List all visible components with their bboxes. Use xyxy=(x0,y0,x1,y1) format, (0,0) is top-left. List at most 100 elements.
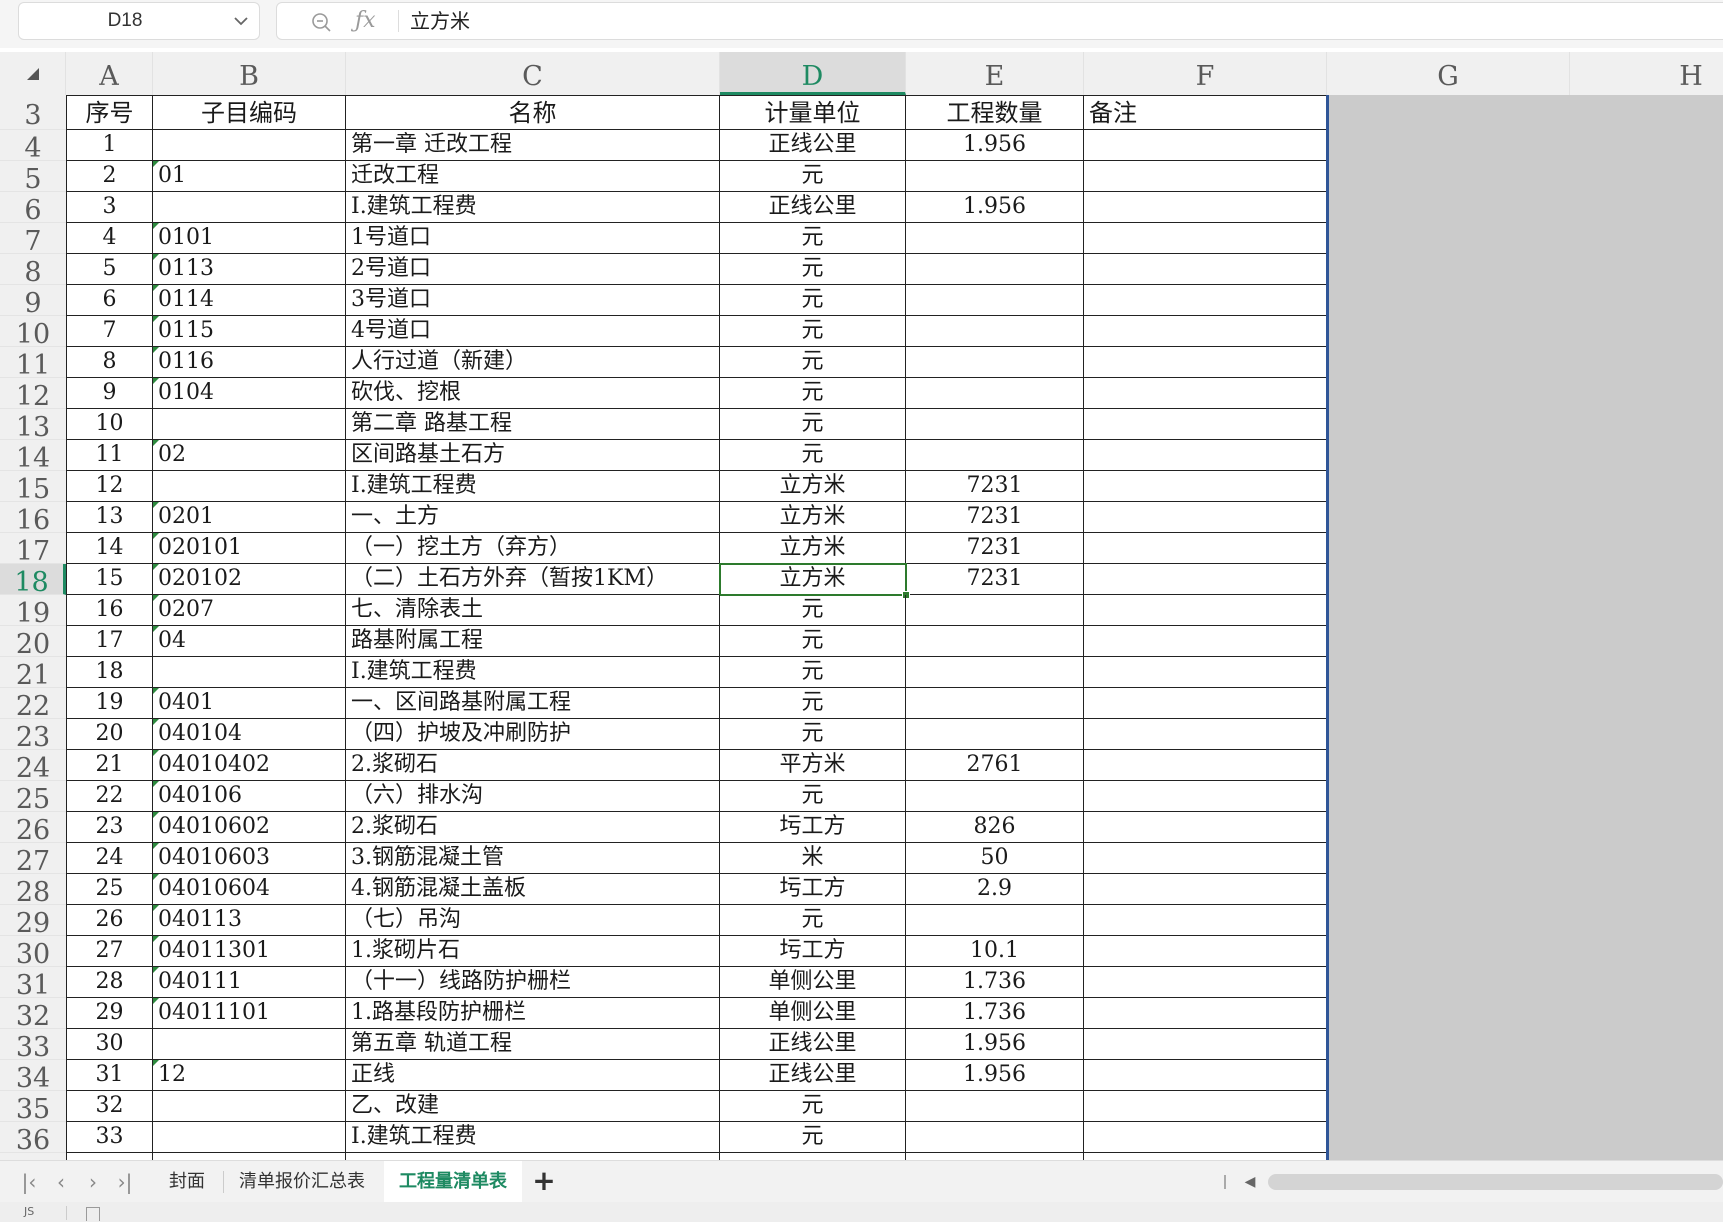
cell-unit[interactable]: 立方米 xyxy=(720,564,906,595)
column-header-f[interactable]: F xyxy=(1084,52,1327,95)
cell-note[interactable] xyxy=(1084,502,1327,533)
cell-seq[interactable]: 29 xyxy=(66,998,153,1029)
cell-note[interactable] xyxy=(1084,564,1327,595)
cell-name[interactable]: 2.浆砌石 xyxy=(346,812,720,843)
cell-unit[interactable]: 圬工方 xyxy=(720,812,906,843)
row-header[interactable]: 27 xyxy=(0,843,66,874)
macro-indicator[interactable]: JS xyxy=(24,1202,34,1222)
cell-seq[interactable]: 24 xyxy=(66,843,153,874)
row-header[interactable]: 26 xyxy=(0,812,66,843)
first-sheet-icon[interactable]: |‹ xyxy=(16,1169,42,1195)
cell-seq[interactable]: 7 xyxy=(66,316,153,347)
cell-qty[interactable]: 50 xyxy=(906,843,1084,874)
header-cell-name[interactable]: 名称 xyxy=(346,95,720,130)
cell-qty[interactable] xyxy=(906,688,1084,719)
cell-unit[interactable]: 元 xyxy=(720,440,906,471)
row-header[interactable]: 4 xyxy=(0,130,66,161)
cell-unit[interactable]: 元 xyxy=(720,378,906,409)
cell-unit[interactable]: 元 xyxy=(720,1122,906,1153)
cell-seq[interactable]: 32 xyxy=(66,1091,153,1122)
cell-code[interactable] xyxy=(153,1153,346,1160)
cell-qty[interactable] xyxy=(906,905,1084,936)
cell-code[interactable]: 04011301 xyxy=(153,936,346,967)
cell-unit[interactable]: 元 xyxy=(720,1091,906,1122)
cell-name[interactable]: 1.路基段防护栅栏 xyxy=(346,998,720,1029)
cell-seq[interactable]: 10 xyxy=(66,409,153,440)
cell-name[interactable]: 乙、改建 xyxy=(346,1091,720,1122)
cell-qty[interactable] xyxy=(906,378,1084,409)
cell-unit[interactable]: 元 xyxy=(720,905,906,936)
cell-note[interactable] xyxy=(1084,130,1327,161)
header-cell-seq[interactable]: 序号 xyxy=(66,95,153,130)
cell-name[interactable]: 一、区间路基附属工程 xyxy=(346,688,720,719)
cell-qty[interactable] xyxy=(906,781,1084,812)
row-header[interactable]: 23 xyxy=(0,719,66,750)
cell-seq[interactable]: 23 xyxy=(66,812,153,843)
cell-seq[interactable]: 20 xyxy=(66,719,153,750)
cell-seq[interactable] xyxy=(66,1153,153,1160)
cell-name[interactable]: 3.钢筋混凝土管 xyxy=(346,843,720,874)
cell-unit[interactable]: 元 xyxy=(720,781,906,812)
cell-qty[interactable] xyxy=(906,626,1084,657)
row-header[interactable]: 13 xyxy=(0,409,66,440)
row-header[interactable]: 3 xyxy=(0,95,66,130)
cell-note[interactable] xyxy=(1084,998,1327,1029)
cell-seq[interactable]: 28 xyxy=(66,967,153,998)
cell-name[interactable]: 2.浆砌石 xyxy=(346,750,720,781)
cell-note[interactable] xyxy=(1084,1029,1327,1060)
cell-qty[interactable] xyxy=(906,657,1084,688)
cell-unit[interactable]: 圬工方 xyxy=(720,936,906,967)
cell-unit[interactable]: 米 xyxy=(720,843,906,874)
cell-qty[interactable] xyxy=(906,316,1084,347)
cell-note[interactable] xyxy=(1084,223,1327,254)
row-header[interactable]: 10 xyxy=(0,316,66,347)
cell-seq[interactable]: 9 xyxy=(66,378,153,409)
cell-unit[interactable]: 正线公里 xyxy=(720,1029,906,1060)
cell-qty[interactable]: 2.9 xyxy=(906,874,1084,905)
cell-unit[interactable]: 元 xyxy=(720,285,906,316)
formula-input[interactable]: ƒx 立方米 xyxy=(276,2,1723,40)
row-header[interactable]: 25 xyxy=(0,781,66,812)
cell-qty[interactable] xyxy=(906,254,1084,285)
cell-unit[interactable]: 平方米 xyxy=(720,750,906,781)
cell-name[interactable]: Ⅰ.建筑工程费 xyxy=(346,657,720,688)
row-header[interactable]: 6 xyxy=(0,192,66,223)
cell-seq[interactable]: 3 xyxy=(66,192,153,223)
cell-unit[interactable]: 立方米 xyxy=(720,502,906,533)
row-header[interactable]: 32 xyxy=(0,998,66,1029)
row-header[interactable]: 22 xyxy=(0,688,66,719)
sheet-tab-summary[interactable]: 清单报价汇总表 xyxy=(224,1161,380,1202)
name-box[interactable]: D18 xyxy=(18,2,260,40)
cell-note[interactable] xyxy=(1084,378,1327,409)
cell-note[interactable] xyxy=(1084,1122,1327,1153)
cell-name[interactable]: 一、土方 xyxy=(346,502,720,533)
row-header[interactable]: 8 xyxy=(0,254,66,285)
cell-name[interactable]: 人行过道（新建） xyxy=(346,347,720,378)
cell-unit[interactable]: 元 xyxy=(720,595,906,626)
cell-name[interactable]: （一）挖土方（弃方） xyxy=(346,533,720,564)
cell-name[interactable]: （二）土石方外弃（暂按1KM） xyxy=(346,564,720,595)
row-header[interactable]: 24 xyxy=(0,750,66,781)
column-header-c[interactable]: C xyxy=(346,52,720,95)
row-header[interactable]: 35 xyxy=(0,1091,66,1122)
cell-qty[interactable]: 7231 xyxy=(906,502,1084,533)
scroll-left-icon[interactable]: ◀ xyxy=(1240,1169,1260,1195)
cell-code[interactable]: 020102 xyxy=(153,564,346,595)
cell-name[interactable]: 4号道口 xyxy=(346,316,720,347)
cell-code[interactable]: 040111 xyxy=(153,967,346,998)
cell-seq[interactable]: 30 xyxy=(66,1029,153,1060)
cell-note[interactable] xyxy=(1084,533,1327,564)
row-header[interactable]: 9 xyxy=(0,285,66,316)
cell-name[interactable]: Ⅰ.建筑工程费 xyxy=(346,1122,720,1153)
cell-seq[interactable]: 2 xyxy=(66,161,153,192)
cell-code[interactable]: 04010602 xyxy=(153,812,346,843)
cell-note[interactable] xyxy=(1084,1091,1327,1122)
fx-icon[interactable]: ƒx xyxy=(355,6,385,36)
cell-note[interactable] xyxy=(1084,626,1327,657)
cell-name[interactable]: 1.浆砌片石 xyxy=(346,936,720,967)
cell-qty[interactable] xyxy=(906,409,1084,440)
column-header-b[interactable]: B xyxy=(153,52,346,95)
cell-code[interactable]: 0207 xyxy=(153,595,346,626)
cell-name[interactable]: 区间路基土石方 xyxy=(346,440,720,471)
cell-note[interactable] xyxy=(1084,1153,1327,1160)
